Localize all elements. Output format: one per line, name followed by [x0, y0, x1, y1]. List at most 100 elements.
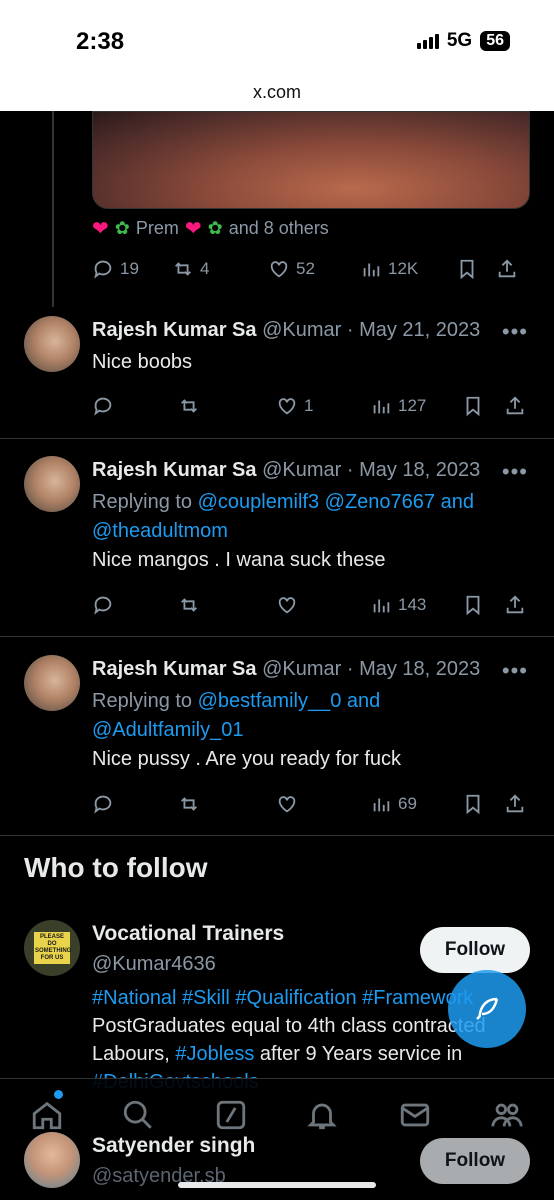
sprout-emoji-icon: ✿	[207, 218, 223, 238]
status-indicators: 5G 56	[416, 30, 510, 52]
home-icon[interactable]	[30, 1098, 64, 1132]
author-handle[interactable]: @Kumar	[262, 319, 341, 341]
avatar[interactable]	[24, 655, 80, 711]
more-options-icon[interactable]: •••	[502, 658, 528, 684]
grok-icon[interactable]	[214, 1098, 248, 1132]
messages-icon[interactable]	[398, 1098, 432, 1132]
replying-to: Replying to @couplemilf3 @Zeno7667 and @…	[92, 488, 532, 546]
share-icon	[506, 595, 524, 614]
more-options-icon[interactable]: •••	[502, 319, 528, 345]
bookmark-button[interactable]	[456, 258, 496, 280]
repost-icon	[181, 399, 197, 413]
avatar[interactable]	[24, 456, 80, 512]
heart-icon	[278, 796, 296, 813]
signal-icon	[416, 33, 439, 49]
tweet-date[interactable]: · May 18, 2023	[347, 459, 480, 481]
account-name[interactable]: Vocational Trainers	[92, 922, 284, 946]
suggestion-row: Satyender singh @satyender.sb Follow	[0, 1130, 554, 1200]
tweet-header: Rajesh Kumar Sa @Kumar · May 18, 2023	[92, 459, 532, 482]
bookmark-icon	[466, 794, 480, 815]
author-name[interactable]: Rajesh Kumar Sa	[92, 319, 257, 341]
avatar-sign-text: PLEASE DO SOMETHING FOR US	[34, 932, 71, 964]
like-button[interactable]	[276, 594, 370, 616]
like-button[interactable]	[276, 793, 370, 815]
tweet-actions: 143	[92, 594, 530, 616]
tweet-text: Nice boobs	[92, 351, 193, 373]
who-to-follow-heading: Who to follow	[24, 852, 208, 883]
communities-icon[interactable]	[490, 1098, 524, 1132]
reply-count: 19	[120, 259, 139, 278]
compose-feather-icon	[476, 997, 499, 1020]
follow-button[interactable]: Follow	[420, 927, 530, 973]
repost-button[interactable]: 4	[172, 258, 268, 280]
tweet-actions: 1 127	[92, 395, 530, 417]
status-time: 2:38	[76, 28, 125, 55]
heart-icon	[278, 597, 296, 614]
tweet-text: Nice mangos . I wana suck these	[92, 549, 386, 571]
share-button[interactable]	[504, 793, 526, 815]
search-icon[interactable]	[121, 1098, 155, 1132]
tweet-date[interactable]: · May 18, 2023	[347, 658, 480, 680]
views-button[interactable]: 127	[370, 395, 462, 417]
like-button[interactable]: 52	[268, 258, 360, 280]
tweet-actions: 19 4 52 12K	[92, 258, 530, 280]
reply-button[interactable]	[92, 594, 178, 616]
network-label: 5G	[446, 30, 473, 51]
views-button[interactable]: 12K	[360, 258, 456, 280]
replying-prefix: Replying to	[92, 690, 193, 712]
bookmark-button[interactable]	[462, 395, 504, 417]
share-button[interactable]	[496, 258, 518, 280]
bookmark-icon	[460, 259, 474, 280]
views-count: 12K	[388, 259, 419, 278]
views-button[interactable]: 69	[370, 793, 462, 815]
author-handle[interactable]: @Kumar	[262, 459, 341, 481]
heart-icon	[270, 261, 288, 278]
share-icon	[506, 794, 524, 813]
author-name[interactable]: Rajesh Kumar Sa	[92, 658, 257, 680]
repost-icon	[181, 797, 197, 811]
replying-mentions[interactable]: @bestfamily__0 and	[198, 690, 381, 712]
views-button[interactable]: 143	[370, 594, 462, 616]
repost-button[interactable]	[178, 793, 276, 815]
avatar[interactable]	[24, 316, 80, 372]
avatar[interactable]	[24, 1132, 80, 1188]
bio-text: PostGraduates equal to 4th class contrac…	[92, 1015, 486, 1037]
account-handle[interactable]: @Kumar4636	[92, 953, 216, 976]
repost-icon	[175, 262, 191, 276]
repost-button[interactable]	[178, 594, 276, 616]
bookmark-icon	[466, 396, 480, 417]
bookmark-button[interactable]	[462, 594, 504, 616]
account-name[interactable]: Satyender singh	[92, 1134, 255, 1158]
bio-hashtags[interactable]: #National #Skill #Qualification #Framewo…	[92, 987, 473, 1009]
replying-prefix: Replying to	[92, 491, 193, 513]
replying-mentions[interactable]: @theadultmom	[92, 520, 228, 542]
replying-mentions[interactable]: @couplemilf3 @Zeno7667 and	[198, 491, 474, 513]
author-name[interactable]: Rajesh Kumar Sa	[92, 459, 257, 481]
share-button[interactable]	[504, 395, 526, 417]
notifications-icon[interactable]	[305, 1098, 339, 1132]
like-button[interactable]: 1	[276, 395, 370, 417]
heart-emoji-icon: ❤	[92, 218, 109, 240]
views-icon	[373, 798, 390, 812]
url-bar[interactable]: x.com	[0, 82, 554, 103]
reply-button[interactable]	[92, 793, 178, 815]
avatar[interactable]: PLEASE DO SOMETHING FOR US	[24, 920, 80, 976]
follow-button[interactable]: Follow	[420, 1138, 530, 1184]
tweet-actions: 69	[92, 793, 530, 815]
author-handle[interactable]: @Kumar	[262, 658, 341, 680]
bio-hashtag[interactable]: #Jobless	[175, 1043, 254, 1065]
repost-count: 4	[200, 259, 210, 278]
tweet-media-image[interactable]	[92, 111, 530, 209]
reply-button[interactable]: 19	[92, 258, 172, 280]
compose-post-button[interactable]	[448, 970, 526, 1048]
more-options-icon[interactable]: •••	[502, 459, 528, 485]
share-button[interactable]	[504, 594, 526, 616]
tweet-date[interactable]: · May 21, 2023	[347, 319, 480, 341]
replying-mentions[interactable]: @Adultfamily_01	[92, 719, 243, 741]
reply-button[interactable]	[92, 395, 178, 417]
likers-row[interactable]: ❤ ✿ Prem ❤ ✿ and 8 others	[92, 216, 329, 241]
bookmark-button[interactable]	[462, 793, 504, 815]
reply-icon	[94, 397, 112, 416]
like-count: 1	[304, 396, 314, 415]
repost-button[interactable]	[178, 395, 276, 417]
